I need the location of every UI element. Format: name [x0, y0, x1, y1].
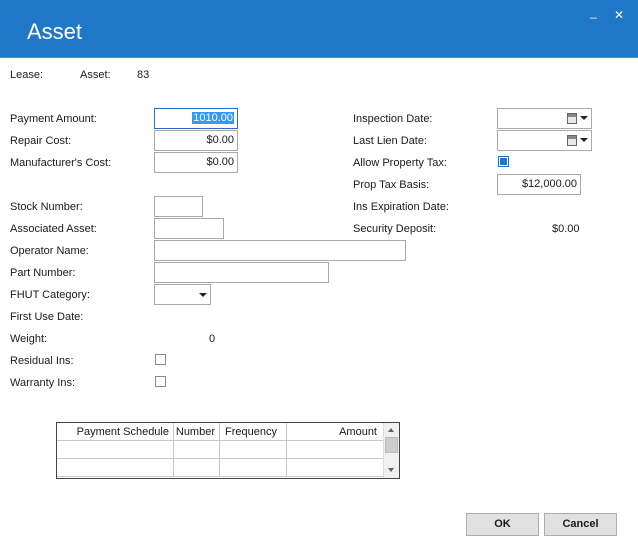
minimize-button[interactable]: _ — [590, 5, 597, 19]
residual-ins-label: Residual Ins: — [10, 355, 74, 367]
weight-value: 0 — [209, 333, 216, 345]
inspection-date-label: Inspection Date: — [353, 113, 433, 125]
scroll-down-icon[interactable] — [388, 468, 394, 472]
table-cell[interactable] — [57, 441, 174, 459]
allow-property-tax-checkbox[interactable] — [498, 156, 509, 167]
lease-label: Lease: — [10, 69, 44, 81]
warranty-ins-label: Warranty Ins: — [10, 377, 75, 389]
column-header-amount[interactable]: Amount — [287, 423, 384, 441]
cancel-button[interactable]: Cancel — [544, 513, 617, 536]
payment-schedule-grid[interactable]: Payment Schedule Number Frequency Amount — [56, 422, 400, 479]
table-cell[interactable] — [57, 459, 174, 477]
fhut-category-select[interactable] — [154, 284, 211, 305]
ok-button[interactable]: OK — [466, 513, 539, 536]
table-cell[interactable] — [220, 441, 287, 459]
last-lien-date-label: Last Lien Date: — [353, 135, 427, 147]
table-cell[interactable] — [174, 441, 220, 459]
table-cell[interactable] — [287, 459, 384, 477]
payment-amount-value: 1010.00 — [192, 112, 234, 124]
operator-name-input[interactable] — [154, 240, 406, 261]
chevron-down-icon — [199, 293, 207, 297]
payment-amount-label: Payment Amount: — [10, 113, 97, 125]
ins-expiration-date-label: Ins Expiration Date: — [353, 201, 449, 213]
asset-label: Asset: — [80, 69, 111, 81]
part-number-label: Part Number: — [10, 267, 76, 279]
last-lien-date-picker[interactable] — [497, 130, 592, 151]
vertical-scrollbar[interactable] — [383, 423, 399, 478]
calendar-icon — [567, 113, 577, 124]
chevron-down-icon — [580, 138, 588, 142]
stock-number-input[interactable] — [154, 196, 203, 217]
manufacturers-cost-label: Manufacturer's Cost: — [10, 157, 112, 169]
scroll-up-icon[interactable] — [388, 428, 394, 432]
title-bar — [0, 0, 638, 58]
part-number-input[interactable] — [154, 262, 329, 283]
fhut-category-label: FHUT Category: — [10, 289, 90, 301]
column-header-frequency[interactable]: Frequency — [220, 423, 287, 441]
close-button[interactable]: ✕ — [614, 8, 624, 22]
security-deposit-value: $0.00 — [552, 223, 580, 235]
table-cell[interactable] — [287, 441, 384, 459]
warranty-ins-checkbox[interactable] — [155, 376, 166, 387]
inspection-date-picker[interactable] — [497, 108, 592, 129]
prop-tax-basis-label: Prop Tax Basis: — [353, 179, 430, 191]
security-deposit-label: Security Deposit: — [353, 223, 437, 235]
scroll-thumb[interactable] — [385, 437, 398, 453]
window-title: Asset — [27, 19, 83, 44]
associated-asset-label: Associated Asset: — [10, 223, 97, 235]
allow-property-tax-label: Allow Property Tax: — [353, 157, 447, 169]
repair-cost-input[interactable]: $0.00 — [154, 130, 238, 151]
operator-name-label: Operator Name: — [10, 245, 89, 257]
stock-number-label: Stock Number: — [10, 201, 83, 213]
weight-label: Weight: — [10, 333, 48, 345]
repair-cost-label: Repair Cost: — [10, 135, 72, 147]
table-cell[interactable] — [220, 459, 287, 477]
manufacturers-cost-input[interactable]: $0.00 — [154, 152, 238, 173]
chevron-down-icon — [580, 116, 588, 120]
prop-tax-basis-input[interactable]: $12,000.00 — [497, 174, 581, 195]
associated-asset-input[interactable] — [154, 218, 224, 239]
first-use-date-label: First Use Date: — [10, 311, 84, 323]
residual-ins-checkbox[interactable] — [155, 354, 166, 365]
calendar-icon — [567, 135, 577, 146]
column-header-number[interactable]: Number — [174, 423, 220, 441]
column-header-payment-schedule[interactable]: Payment Schedule — [57, 423, 174, 441]
payment-amount-input[interactable]: 1010.00 — [154, 108, 238, 129]
table-cell[interactable] — [174, 459, 220, 477]
asset-value: 83 — [137, 69, 150, 81]
